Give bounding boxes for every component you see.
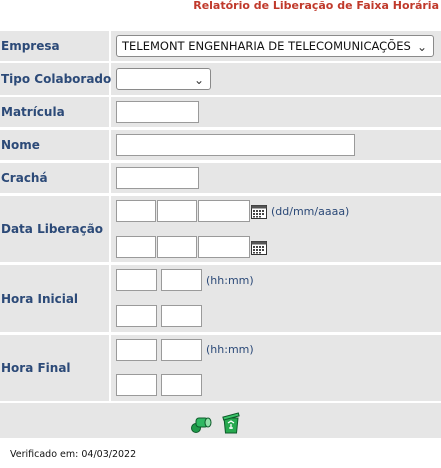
empresa-select[interactable]: TELEMONT ENGENHARIA DE TELECOMUNICAÇÕES … bbox=[116, 35, 434, 57]
data-liberacao-row: Data Liberação (dd/mm/aaaa) bbox=[0, 196, 441, 262]
nome-label: Nome bbox=[1, 138, 40, 152]
matricula-row: Matrícula bbox=[0, 97, 441, 127]
hora-final-format-hint: (hh:mm) bbox=[206, 343, 254, 356]
data-inicio-ano-input[interactable] bbox=[198, 200, 250, 222]
cracha-row: Crachá bbox=[0, 163, 441, 193]
nome-input[interactable] bbox=[116, 134, 355, 156]
empresa-row: Empresa TELEMONT ENGENHARIA DE TELECOMUN… bbox=[0, 31, 441, 61]
data-fim-dia-input[interactable] bbox=[116, 236, 156, 258]
chevron-down-icon: ⌄ bbox=[416, 40, 427, 54]
hora-inicial-hh-input[interactable] bbox=[116, 269, 157, 291]
hora-final-hh2-input[interactable] bbox=[116, 374, 157, 396]
hora-final-label: Hora Final bbox=[1, 361, 71, 375]
recycle-bin-clear-icon[interactable] bbox=[220, 412, 242, 434]
tipo-colaborador-row: Tipo Colaborador ⌄ bbox=[0, 63, 441, 95]
action-bar bbox=[0, 403, 441, 438]
tipo-colaborador-select[interactable]: ⌄ bbox=[116, 68, 211, 90]
matricula-label: Matrícula bbox=[1, 105, 65, 119]
empresa-label: Empresa bbox=[1, 39, 60, 53]
data-fim-ano-input[interactable] bbox=[198, 236, 250, 258]
empresa-selected-value: TELEMONT ENGENHARIA DE TELECOMUNICAÇÕES bbox=[122, 39, 411, 53]
nome-row: Nome bbox=[0, 130, 441, 160]
tipo-colaborador-label: Tipo Colaborador bbox=[1, 72, 118, 86]
data-format-hint: (dd/mm/aaaa) bbox=[271, 205, 350, 218]
cracha-input[interactable] bbox=[116, 167, 199, 189]
hora-final-mm2-input[interactable] bbox=[161, 374, 202, 396]
matricula-input[interactable] bbox=[116, 101, 199, 123]
calendar-icon[interactable] bbox=[251, 205, 267, 219]
hora-inicial-format-hint: (hh:mm) bbox=[206, 274, 254, 287]
hora-inicial-row: Hora Inicial (hh:mm) bbox=[0, 265, 441, 332]
calendar-icon[interactable] bbox=[251, 241, 267, 255]
data-inicio-dia-input[interactable] bbox=[116, 200, 156, 222]
hora-inicial-label: Hora Inicial bbox=[1, 291, 79, 306]
hora-inicial-mm2-input[interactable] bbox=[161, 305, 202, 327]
hora-inicial-hh2-input[interactable] bbox=[116, 305, 157, 327]
hora-final-row: Hora Final (hh:mm) bbox=[0, 335, 441, 401]
data-fim-mes-input[interactable] bbox=[157, 236, 197, 258]
verified-date-text: Verificado em: 04/03/2022 bbox=[10, 449, 137, 460]
chevron-down-icon: ⌄ bbox=[193, 73, 204, 87]
cracha-label: Crachá bbox=[1, 171, 48, 185]
hora-final-hh-input[interactable] bbox=[116, 339, 157, 361]
hora-inicial-mm-input[interactable] bbox=[161, 269, 202, 291]
hora-final-mm-input[interactable] bbox=[161, 339, 202, 361]
data-liberacao-label: Data Liberação bbox=[1, 222, 104, 236]
page-title: Relatório de Liberação de Faixa Horária bbox=[193, 0, 439, 12]
search-binoculars-icon[interactable] bbox=[190, 413, 212, 435]
data-inicio-mes-input[interactable] bbox=[157, 200, 197, 222]
